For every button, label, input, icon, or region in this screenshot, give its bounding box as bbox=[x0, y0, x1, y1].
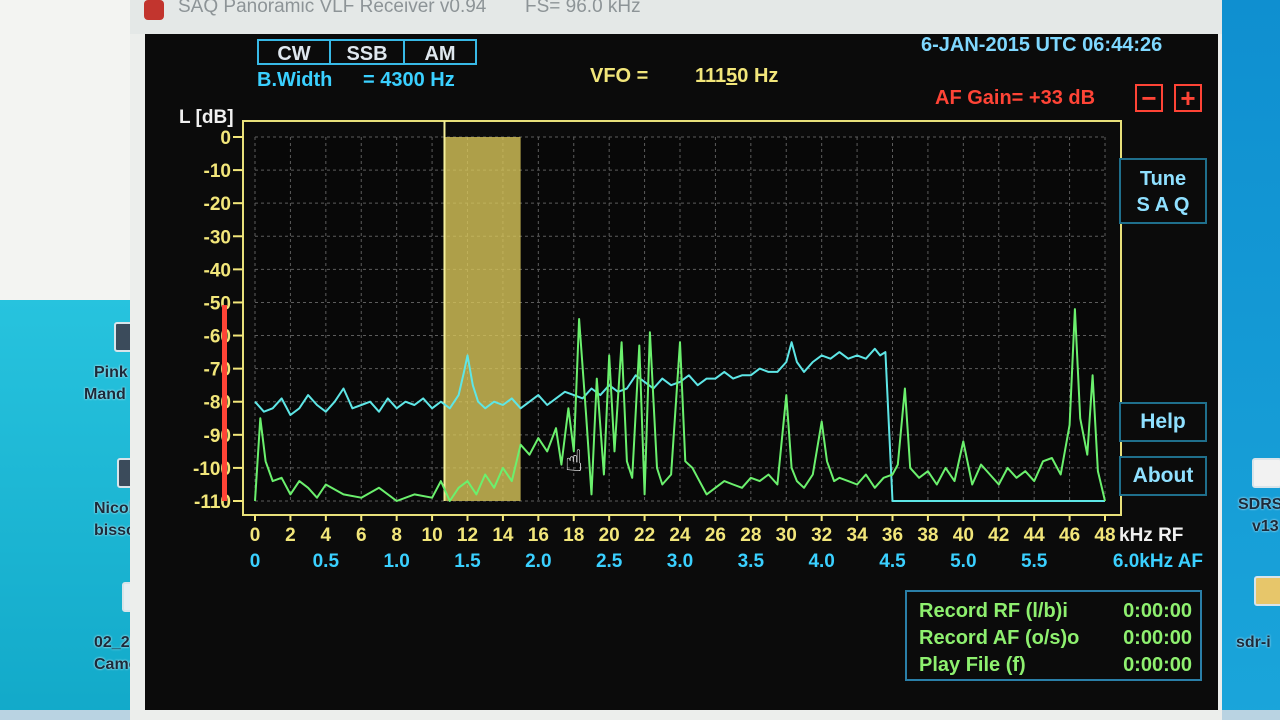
x-rf-tick-label: 38 bbox=[917, 525, 938, 546]
y-tick-label: -40 bbox=[204, 260, 231, 281]
x-rf-tick-label: 0 bbox=[250, 525, 261, 546]
x-af-tick-label: 0 bbox=[250, 551, 261, 572]
x-af-tick-label: 3.5 bbox=[738, 551, 765, 572]
x-rf-tick-label: 32 bbox=[811, 525, 832, 546]
app-logo-icon bbox=[144, 0, 164, 20]
x-af-tick-label: 1.0 bbox=[383, 551, 409, 572]
x-rf-tick-label: 22 bbox=[634, 525, 655, 546]
x-rf-tick-label: 42 bbox=[988, 525, 1009, 546]
x-af-tick-label: 5.0 bbox=[950, 551, 976, 572]
help-button[interactable]: Help bbox=[1119, 402, 1207, 442]
x-rf-tick-label: 26 bbox=[705, 525, 726, 546]
x-af-tick-label: 2.5 bbox=[596, 551, 623, 572]
desktop-background-white bbox=[0, 0, 140, 300]
x-rf-tick-label: 46 bbox=[1059, 525, 1080, 546]
desktop-background-right bbox=[1222, 0, 1280, 720]
x-rf-tick-label: 20 bbox=[599, 525, 620, 546]
receiver-panel: CW SSB AM B.Width = 4300 Hz VFO = 11150 … bbox=[145, 34, 1218, 710]
x-af-tick-label: 0.5 bbox=[313, 551, 340, 572]
level-meter-bar bbox=[222, 305, 227, 501]
x-af-tick-label: 3.0 bbox=[667, 551, 693, 572]
x-rf-tick-label: 48 bbox=[1094, 525, 1115, 546]
tune-saq-button[interactable]: Tune S A Q bbox=[1119, 158, 1207, 224]
x-rf-tick-label: 16 bbox=[528, 525, 549, 546]
x-rf-tick-label: 4 bbox=[321, 525, 332, 546]
desktop-icon-label: sdr-i bbox=[1236, 634, 1271, 651]
app-window: SAQ Panoramic VLF Receiver v0.94 FS= 96.… bbox=[130, 0, 1222, 720]
x-rf-tick-label: 44 bbox=[1024, 525, 1046, 546]
tune-button-label: Tune bbox=[1139, 168, 1187, 190]
desktop-icon-label: Mand bbox=[84, 386, 126, 403]
x-rf-tick-label: 40 bbox=[953, 525, 974, 546]
window-title: SAQ Panoramic VLF Receiver v0.94 bbox=[178, 0, 487, 17]
x-rf-tick-label: 18 bbox=[563, 525, 584, 546]
x-rf-tick-label: 28 bbox=[740, 525, 761, 546]
x-rf-tick-label: 34 bbox=[847, 525, 869, 546]
x-rf-unit-label: kHz RF bbox=[1119, 525, 1183, 546]
sdr-folder-icon[interactable] bbox=[1254, 576, 1280, 606]
x-rf-tick-label: 10 bbox=[422, 525, 443, 546]
x-rf-tick-label: 14 bbox=[492, 525, 514, 546]
x-rf-tick-label: 30 bbox=[776, 525, 797, 546]
sample-rate-label: FS= 96.0 kHz bbox=[525, 0, 641, 17]
title-bar[interactable]: SAQ Panoramic VLF Receiver v0.94 FS= 96.… bbox=[130, 0, 1222, 34]
x-rf-tick-label: 12 bbox=[457, 525, 478, 546]
passband-highlight[interactable] bbox=[444, 137, 521, 501]
spectrum-chart[interactable]: 0-10-20-30-40-50-60-70-80-90-100-110L [d… bbox=[145, 34, 1218, 594]
desktop-icon-label: SDRS bbox=[1238, 496, 1280, 513]
mouse-cursor-icon: ☝ bbox=[565, 444, 583, 479]
record-af-button[interactable]: Record AF (o/s)o bbox=[919, 627, 1079, 650]
x-af-unit-label: 6.0kHz AF bbox=[1113, 551, 1203, 572]
y-tick-label: -30 bbox=[204, 227, 231, 248]
x-rf-tick-label: 2 bbox=[285, 525, 296, 546]
x-rf-tick-label: 36 bbox=[882, 525, 903, 546]
y-tick-label: -10 bbox=[204, 161, 231, 182]
desktop-icon-pink-mandolin[interactable]: Pink Mand bbox=[84, 362, 128, 406]
record-rf-time: 0:00:00 bbox=[1123, 600, 1192, 622]
desktop-icon-label: v13 bbox=[1252, 518, 1279, 535]
y-axis-label: L [dB] bbox=[179, 107, 234, 128]
x-af-tick-label: 2.0 bbox=[525, 551, 551, 572]
x-af-tick-label: 1.5 bbox=[454, 551, 481, 572]
desktop-icon-sdr-folder[interactable]: sdr-i bbox=[1236, 632, 1271, 654]
desktop-icon-label: Pink bbox=[94, 364, 128, 381]
x-af-tick-label: 4.0 bbox=[808, 551, 834, 572]
play-file-button[interactable]: Play File (f) bbox=[919, 654, 1026, 677]
desktop-icon-sdr-shortcut[interactable]: SDRS v13 bbox=[1238, 494, 1280, 538]
record-af-label: Record AF (o/s)o bbox=[919, 627, 1080, 649]
x-rf-tick-label: 8 bbox=[391, 525, 402, 546]
record-rf-label: Record RF (l/b)i bbox=[919, 600, 1068, 622]
sdr-shortcut-icon[interactable] bbox=[1252, 458, 1280, 488]
play-file-time: 0:00:00 bbox=[1123, 654, 1192, 676]
x-rf-tick-label: 6 bbox=[356, 525, 367, 546]
tune-button-label: S A Q bbox=[1136, 194, 1190, 216]
record-rf-button[interactable]: Record RF (l/b)i bbox=[919, 600, 1068, 623]
y-tick-label: -20 bbox=[204, 194, 231, 215]
play-file-label: Play File (f) bbox=[919, 654, 1026, 676]
record-af-time: 0:00:00 bbox=[1123, 627, 1192, 649]
about-button[interactable]: About bbox=[1119, 456, 1207, 496]
x-af-tick-label: 4.5 bbox=[879, 551, 906, 572]
x-af-tick-label: 5.5 bbox=[1021, 551, 1048, 572]
y-tick-label: 0 bbox=[220, 128, 231, 149]
x-rf-tick-label: 24 bbox=[669, 525, 691, 546]
record-panel: Record RF (l/b)i 0:00:00 Record AF (o/s)… bbox=[905, 590, 1202, 681]
